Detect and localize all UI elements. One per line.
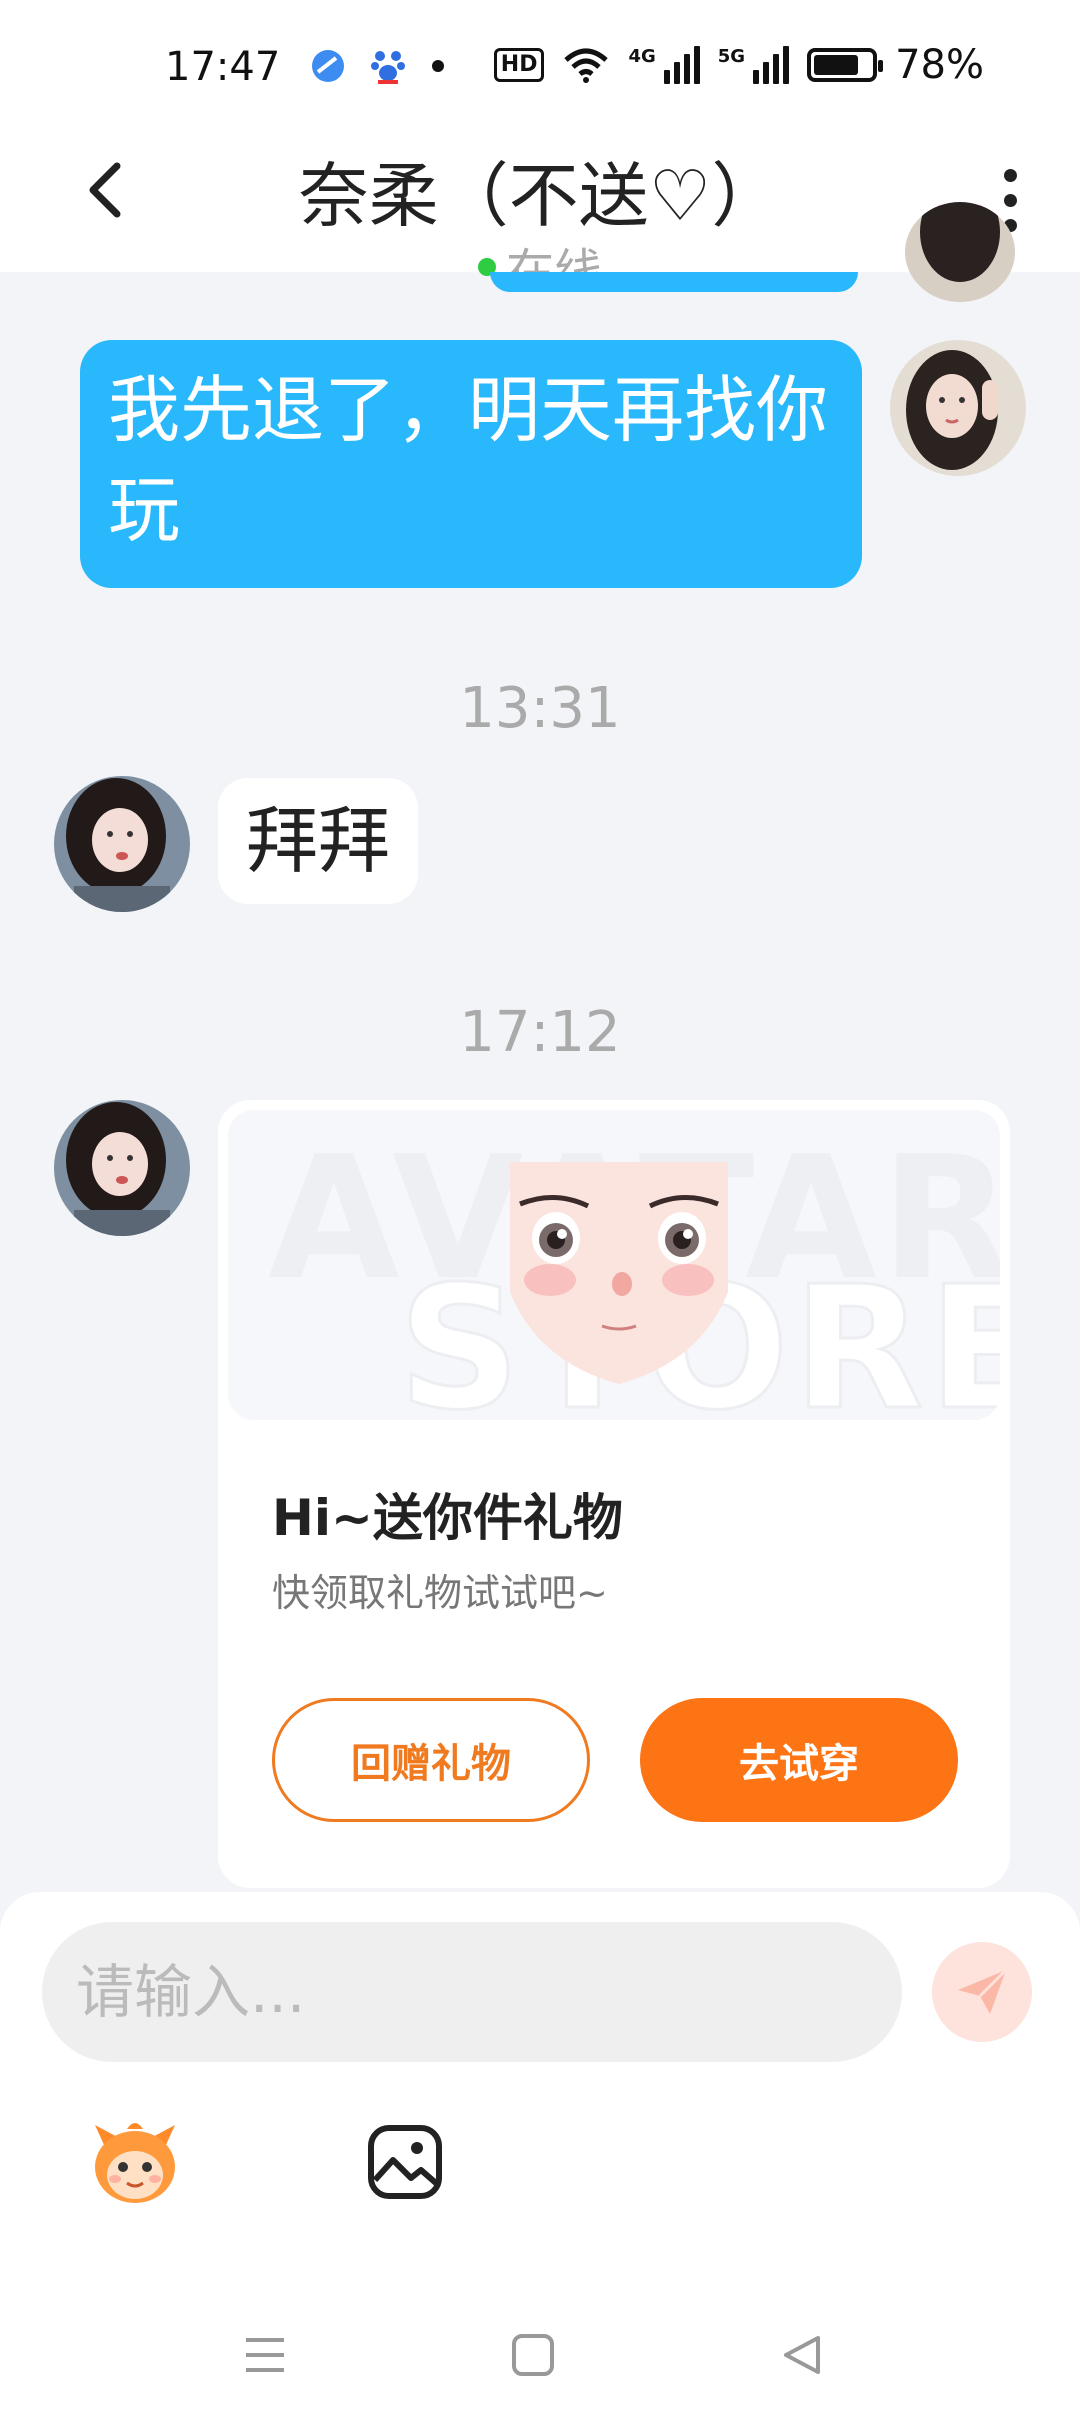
gift-card[interactable]: AVATAR STORE (218, 1100, 1010, 1888)
avatar-self-previous (905, 202, 1015, 302)
status-indicators: HD 4G 5G 78% (493, 42, 984, 88)
hd-badge: HD (493, 48, 545, 82)
incoming-message[interactable]: 拜拜 (218, 778, 419, 904)
message-list[interactable]: 我先退了，明天再找你玩 13:31 拜拜 17:12 Hi~送你件礼物 快领取礼… (0, 202, 1080, 1892)
notification-icons (310, 46, 446, 86)
avatar-contact[interactable] (54, 1100, 190, 1236)
paw-notification-icon (371, 51, 405, 84)
send-button[interactable] (932, 1942, 1032, 2042)
more-icon (1003, 168, 1017, 182)
chat-screen: 17:47 HD 4G 5G 78% 奈柔（不送♡） 我先退了，明天再找你玩 1… (0, 0, 1080, 2412)
battery-percent: 78% (895, 42, 984, 88)
back-nav-icon (784, 2336, 820, 2374)
signal-5g-icon: 5G (718, 46, 790, 84)
outgoing-message[interactable]: 我先退了，明天再找你玩 (80, 340, 862, 588)
avatar-face-image (510, 1162, 728, 1384)
timestamp: 13:31 (459, 676, 621, 741)
gift-title: Hi~送你件礼物 (272, 1489, 623, 1547)
signal-4g-icon: 4G (628, 46, 700, 84)
battery-fill (814, 55, 859, 75)
dot-icon (432, 60, 444, 72)
gift-subtitle: 快领取礼物试试吧~ (272, 1571, 608, 1615)
recent-apps-button[interactable] (220, 2310, 310, 2400)
avatar-self[interactable] (890, 340, 1026, 476)
sticker-icon (95, 2123, 175, 2203)
browser-notification-icon (312, 50, 344, 82)
status-bar: 17:47 HD 4G 5G 78% (0, 0, 1080, 140)
sticker-button[interactable] (80, 2112, 190, 2212)
image-button[interactable] (350, 2112, 460, 2212)
back-nav-button[interactable] (756, 2310, 846, 2400)
send-icon (958, 1968, 1008, 2014)
timestamp: 17:12 (459, 1000, 621, 1065)
avatar-contact[interactable] (54, 776, 190, 912)
home-icon (512, 2334, 554, 2376)
wifi-icon (564, 48, 609, 83)
home-button[interactable] (488, 2310, 578, 2400)
gift-preview-image[interactable]: AVATAR STORE (228, 1110, 1000, 1420)
previous-message-bubble (490, 272, 858, 292)
battery-icon (807, 48, 884, 82)
message-input[interactable] (42, 1922, 902, 2062)
try-on-button[interactable]: 去试穿 (640, 1698, 958, 1822)
menu-icon (246, 2338, 284, 2372)
status-time: 17:47 (165, 44, 281, 90)
image-icon (368, 2125, 442, 2199)
system-nav-bar (0, 2300, 1080, 2412)
return-gift-button[interactable]: 回赠礼物 (272, 1698, 590, 1822)
